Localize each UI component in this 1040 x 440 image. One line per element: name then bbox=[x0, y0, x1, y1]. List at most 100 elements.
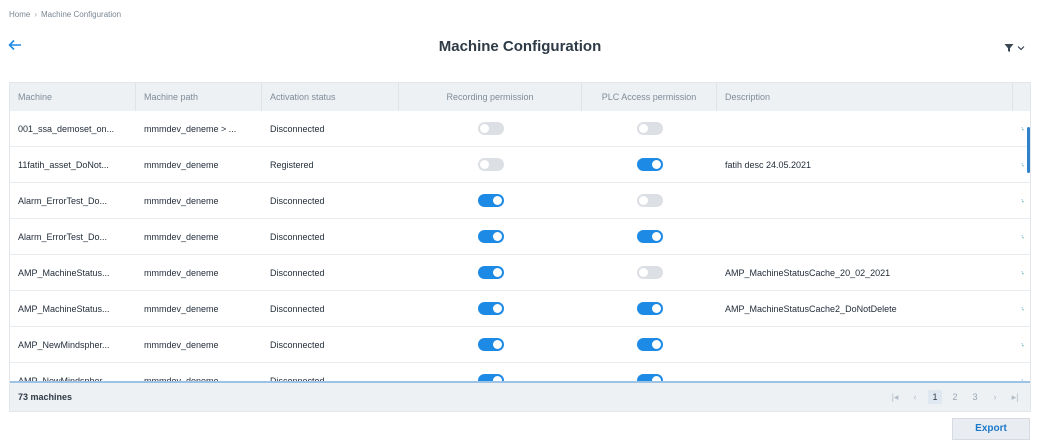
page-header: Machine Configuration bbox=[0, 32, 1040, 62]
chevron-down-icon bbox=[1017, 46, 1025, 51]
pagination: |◂ ‹ 1 2 3 › ▸| bbox=[888, 390, 1022, 404]
description-cell: AMP_MachineStatusCache2_DoNotDelete bbox=[725, 303, 897, 314]
plc-access-permission-toggle[interactable] bbox=[636, 230, 663, 243]
machine-name-cell: AMP_NewMindspher... bbox=[18, 375, 110, 382]
breadcrumb-home[interactable]: Home bbox=[9, 10, 30, 19]
previous-page-button[interactable]: ‹ bbox=[908, 390, 922, 404]
activation-status-cell: Disconnected bbox=[270, 267, 325, 278]
breadcrumb-separator: › bbox=[34, 10, 38, 19]
column-header-description[interactable]: Description bbox=[717, 83, 1013, 111]
scrollbar-thumb[interactable] bbox=[1027, 127, 1030, 173]
recording-permission-toggle[interactable] bbox=[477, 374, 504, 381]
activation-status-cell: Disconnected bbox=[270, 123, 325, 134]
toggle-knob bbox=[651, 232, 661, 241]
toggle-knob bbox=[638, 268, 648, 277]
recording-permission-toggle[interactable] bbox=[477, 158, 504, 171]
recording-permission-toggle[interactable] bbox=[477, 302, 504, 315]
plc-access-permission-toggle[interactable] bbox=[636, 266, 663, 279]
plc-access-permission-toggle[interactable] bbox=[636, 122, 663, 135]
description-cell: AMP_MachineStatusCache_20_02_2021 bbox=[725, 267, 891, 278]
activation-status-cell: Disconnected bbox=[270, 195, 325, 206]
plc-access-permission-cell bbox=[582, 219, 717, 255]
filter-icon bbox=[1004, 44, 1014, 52]
plc-access-permission-toggle[interactable] bbox=[636, 302, 663, 315]
machine-config-icon[interactable] bbox=[1021, 337, 1024, 353]
table-row[interactable]: Alarm_ErrorTest_Do... mmmdev_deneme Discon… bbox=[10, 183, 1030, 219]
recording-permission-toggle[interactable] bbox=[477, 338, 504, 351]
description-cell bbox=[717, 111, 1013, 147]
machine-count: 73 machines bbox=[18, 392, 73, 402]
recording-permission-cell bbox=[399, 219, 582, 255]
plc-access-permission-toggle[interactable] bbox=[636, 338, 663, 351]
recording-permission-toggle[interactable] bbox=[477, 194, 504, 207]
machine-config-icon[interactable] bbox=[1021, 229, 1024, 245]
toggle-knob bbox=[492, 232, 502, 241]
filter-button[interactable] bbox=[1004, 40, 1030, 56]
toggle-knob bbox=[492, 340, 502, 349]
recording-permission-toggle[interactable] bbox=[477, 230, 504, 243]
table-row[interactable]: 11fatih_asset_DoNot... mmmdev_deneme Regis… bbox=[10, 147, 1030, 183]
table-row[interactable]: Alarm_ErrorTest_Do... mmmdev_deneme Discon… bbox=[10, 219, 1030, 255]
recording-permission-cell bbox=[399, 111, 582, 147]
toggle-knob bbox=[492, 304, 502, 313]
table-header: Machine Machine path Activation status R… bbox=[10, 83, 1030, 111]
column-header-machine-path[interactable]: Machine path bbox=[136, 83, 262, 111]
export-button[interactable]: Export bbox=[952, 418, 1030, 440]
plc-access-permission-cell bbox=[582, 111, 717, 147]
table-row[interactable]: 001_ssa_demoset_on... mmmdev_deneme > ...… bbox=[10, 111, 1030, 147]
last-page-button[interactable]: ▸| bbox=[1008, 390, 1022, 404]
machine-config-icon[interactable] bbox=[1021, 301, 1024, 317]
toggle-knob bbox=[492, 196, 502, 205]
table-row[interactable]: AMP_MachineStatus... mmmdev_deneme Disconn… bbox=[10, 255, 1030, 291]
next-page-button[interactable]: › bbox=[988, 390, 1002, 404]
plc-access-permission-cell bbox=[582, 291, 717, 327]
machine-name-cell: AMP_NewMindspher... bbox=[18, 339, 110, 350]
description-cell bbox=[717, 183, 1013, 219]
plc-access-permission-cell bbox=[582, 255, 717, 291]
activation-status-cell: Disconnected bbox=[270, 303, 325, 314]
plc-access-permission-cell bbox=[582, 147, 717, 183]
machine-path-cell: mmmdev_deneme bbox=[144, 303, 219, 314]
table-row[interactable]: AMP_NewMindspher... mmmdev_deneme Disconne… bbox=[10, 363, 1030, 381]
plc-access-permission-toggle[interactable] bbox=[636, 194, 663, 207]
machine-config-icon[interactable] bbox=[1021, 121, 1024, 137]
machine-path-cell: mmmdev_deneme bbox=[144, 339, 219, 350]
recording-permission-cell bbox=[399, 255, 582, 291]
column-header-activation-status[interactable]: Activation status bbox=[262, 83, 399, 111]
machine-name-cell: Alarm_ErrorTest_Do... bbox=[18, 195, 108, 206]
recording-permission-cell bbox=[399, 183, 582, 219]
recording-permission-toggle[interactable] bbox=[477, 122, 504, 135]
machine-config-icon[interactable] bbox=[1021, 265, 1024, 281]
plc-access-permission-cell bbox=[582, 363, 717, 381]
machine-config-icon[interactable] bbox=[1021, 373, 1024, 382]
activation-status-cell: Registered bbox=[270, 159, 314, 170]
page-button-3[interactable]: 3 bbox=[968, 390, 982, 404]
page-title: Machine Configuration bbox=[438, 38, 602, 55]
description-cell bbox=[717, 327, 1013, 363]
plc-access-permission-toggle[interactable] bbox=[636, 374, 663, 381]
first-page-button[interactable]: |◂ bbox=[888, 390, 902, 404]
machine-path-cell: mmmdev_deneme bbox=[144, 195, 219, 206]
page-button-1[interactable]: 1 bbox=[928, 390, 942, 404]
plc-access-permission-cell bbox=[582, 183, 717, 219]
activation-status-cell: Disconnected bbox=[270, 339, 325, 350]
column-header-machine[interactable]: Machine bbox=[10, 83, 136, 111]
machine-config-icon[interactable] bbox=[1021, 193, 1024, 209]
column-header-plc-access-permission[interactable]: PLC Access permission bbox=[582, 83, 717, 111]
toggle-knob bbox=[651, 160, 661, 169]
toggle-knob bbox=[479, 124, 489, 133]
plc-access-permission-cell bbox=[582, 327, 717, 363]
machine-name-cell: AMP_MachineStatus... bbox=[18, 267, 110, 278]
column-header-actions bbox=[1013, 83, 1030, 111]
table-row[interactable]: AMP_MachineStatus... mmmdev_deneme Disconn… bbox=[10, 291, 1030, 327]
column-header-recording-permission[interactable]: Recording permission bbox=[399, 83, 582, 111]
recording-permission-cell bbox=[399, 291, 582, 327]
machine-name-cell: 11fatih_asset_DoNot... bbox=[18, 159, 109, 170]
machines-table: Machine Machine path Activation status R… bbox=[9, 82, 1031, 412]
vertical-scrollbar[interactable] bbox=[1027, 111, 1030, 381]
table-row[interactable]: AMP_NewMindspher... mmmdev_deneme Disconne… bbox=[10, 327, 1030, 363]
machine-config-icon[interactable] bbox=[1021, 157, 1024, 173]
recording-permission-toggle[interactable] bbox=[477, 266, 504, 279]
plc-access-permission-toggle[interactable] bbox=[636, 158, 663, 171]
page-button-2[interactable]: 2 bbox=[948, 390, 962, 404]
